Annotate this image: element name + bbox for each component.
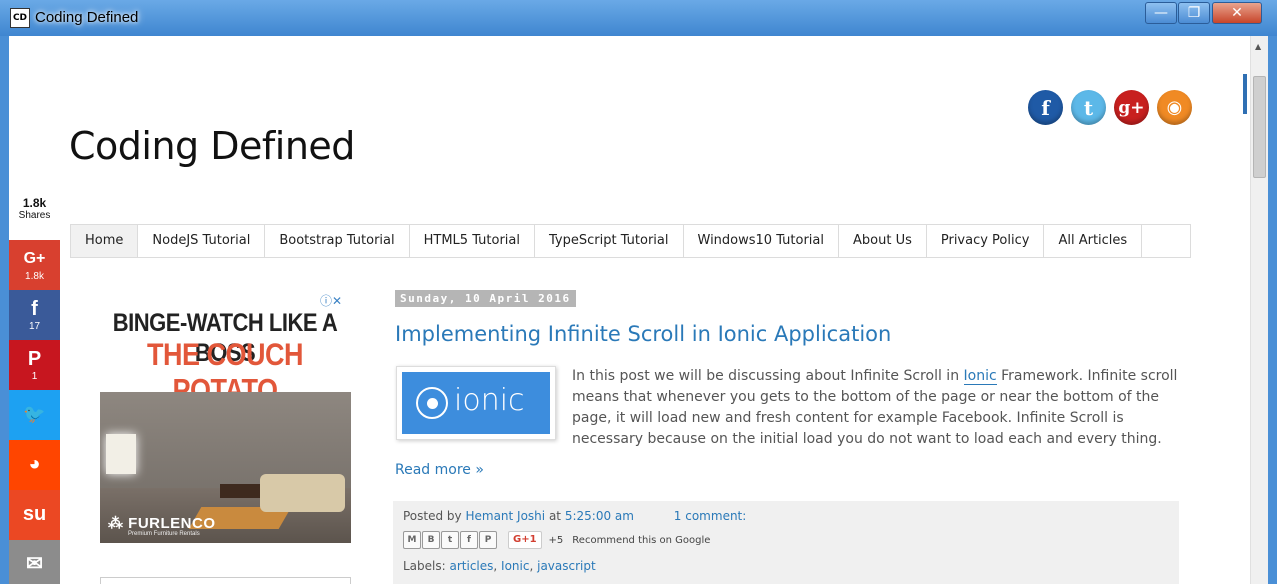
pinterest-icon: P (27, 348, 42, 370)
rss-icon[interactable]: ◉ (1157, 90, 1192, 125)
label-articles[interactable]: articles (450, 559, 494, 573)
email-icon: ✉ (26, 553, 43, 575)
sidebar-widget (100, 577, 351, 584)
twitter-share-icon[interactable]: t (441, 531, 459, 549)
twitter-icon: 🐦 (23, 404, 46, 424)
ad-brand-logo: ⁂ FURLENCO (108, 515, 216, 532)
post-excerpt-start: In this post we will be discussing about… (572, 368, 964, 384)
close-button[interactable]: ✕ (1212, 2, 1262, 24)
read-more-link[interactable]: Read more » (395, 462, 484, 478)
post-labels: Labels: articles, Ionic, javascript (403, 559, 596, 573)
post-footer: Posted by Hemant Joshi at 5:25:00 am 1 c… (393, 501, 1179, 584)
labels-prefix: Labels: (403, 559, 446, 573)
ad-sofa (260, 474, 345, 512)
facebook-icon: f (31, 298, 38, 320)
ionic-logo-icon (416, 387, 448, 419)
post-excerpt: In this post we will be discussing about… (572, 366, 1182, 450)
share-pinterest-count: 1 (31, 371, 38, 382)
google-plus-count: +5 (548, 534, 564, 546)
social-icons: f t g+ ◉ (1028, 90, 1192, 125)
browser-content: f t g+ ◉ Coding Defined 1.8k Shares G+ 1… (9, 36, 1268, 584)
google-plus-one-button[interactable]: G+1 (508, 531, 542, 549)
email-share-icon[interactable]: M (403, 531, 421, 549)
share-reddit[interactable]: ◕ (9, 440, 60, 490)
nav-item-nodejs-tutorial[interactable]: NodeJS Tutorial (138, 225, 266, 257)
share-stumbleupon[interactable]: su (9, 490, 60, 540)
share-pinterest[interactable]: P 1 (9, 340, 60, 390)
minimize-button[interactable]: — (1145, 2, 1177, 24)
share-count-label: Shares (18, 210, 51, 221)
at-label: at (548, 509, 562, 523)
nav-item-all-articles[interactable]: All Articles (1044, 225, 1143, 257)
adchoices-icon[interactable]: ⓘ✕ (320, 292, 342, 309)
post-meta: Posted by Hemant Joshi at 5:25:00 am 1 c… (403, 509, 746, 523)
reddit-icon: ◕ (28, 453, 41, 475)
share-facebook[interactable]: f 17 (9, 290, 60, 340)
facebook-icon[interactable]: f (1028, 90, 1063, 125)
share-email[interactable]: ✉ (9, 540, 60, 584)
label-ionic[interactable]: Ionic (501, 559, 529, 573)
nav-item-typescript-tutorial[interactable]: TypeScript Tutorial (535, 225, 684, 257)
window-titlebar: CD Coding Defined — ❐ ✕ (0, 0, 1277, 36)
share-count-number: 1.8k (22, 196, 47, 210)
maximize-button[interactable]: ❐ (1178, 2, 1210, 24)
ionic-logo: ionic (402, 372, 550, 434)
blog-this-icon[interactable]: B (422, 531, 440, 549)
scroll-position-marker (1243, 74, 1247, 114)
share-google-plus-count: 1.8k (25, 271, 44, 282)
posted-by-label: Posted by (403, 509, 462, 523)
post-time-link[interactable]: 5:25:00 am (565, 509, 634, 523)
ionic-logo-text: ionic (454, 383, 525, 418)
nav-item-home[interactable]: Home (71, 225, 139, 257)
post-date: Sunday, 10 April 2016 (395, 290, 576, 307)
app-icon: CD (10, 8, 30, 28)
google-plus-icon[interactable]: g+ (1114, 90, 1149, 125)
share-bar: G+ 1.8k f 17 P 1 🐦 ◕ su ✉ (9, 240, 60, 584)
share-buttons: M B t f P G+1 +5 Recommend this on Googl… (403, 531, 710, 549)
ad-table (220, 484, 260, 498)
ad-brand-tagline: Premium Furniture Rentals (128, 531, 200, 537)
google-plus-icon: G+ (23, 250, 46, 267)
twitter-icon[interactable]: t (1071, 90, 1106, 125)
scroll-up-icon[interactable]: ▲ (1255, 42, 1261, 51)
nav-item-about-us[interactable]: About Us (839, 225, 927, 257)
share-twitter[interactable]: 🐦 (9, 390, 60, 440)
ad-image[interactable]: ⁂ FURLENCO Premium Furniture Rentals (100, 392, 351, 543)
nav-item-privacy-policy[interactable]: Privacy Policy (927, 225, 1045, 257)
ionic-link[interactable]: Ionic (963, 368, 997, 385)
share-count: 1.8k Shares (9, 196, 60, 221)
google-plus-text: Recommend this on Google (572, 534, 711, 546)
window-title: Coding Defined (35, 9, 139, 26)
stumbleupon-icon: su (22, 503, 47, 525)
label-javascript[interactable]: javascript (537, 559, 596, 573)
post-title[interactable]: Implementing Infinite Scroll in Ionic Ap… (395, 322, 891, 346)
share-facebook-count: 17 (28, 321, 41, 332)
site-title[interactable]: Coding Defined (69, 124, 355, 168)
pinterest-share-icon[interactable]: P (479, 531, 497, 549)
nav-item-html5-tutorial[interactable]: HTML5 Tutorial (410, 225, 535, 257)
nav-item-bootstrap-tutorial[interactable]: Bootstrap Tutorial (265, 225, 410, 257)
ad-tv (106, 434, 136, 474)
vertical-scrollbar[interactable]: ▲ (1243, 36, 1268, 584)
share-google-plus[interactable]: G+ 1.8k (9, 240, 60, 290)
main-nav: Home NodeJS Tutorial Bootstrap Tutorial … (70, 224, 1191, 258)
scrollbar-thumb[interactable] (1253, 76, 1266, 178)
comments-link[interactable]: 1 comment: (674, 509, 747, 523)
nav-item-windows10-tutorial[interactable]: Windows10 Tutorial (684, 225, 839, 257)
author-link[interactable]: Hemant Joshi (465, 509, 545, 523)
facebook-share-icon[interactable]: f (460, 531, 478, 549)
post-thumbnail[interactable]: ionic (396, 366, 556, 440)
